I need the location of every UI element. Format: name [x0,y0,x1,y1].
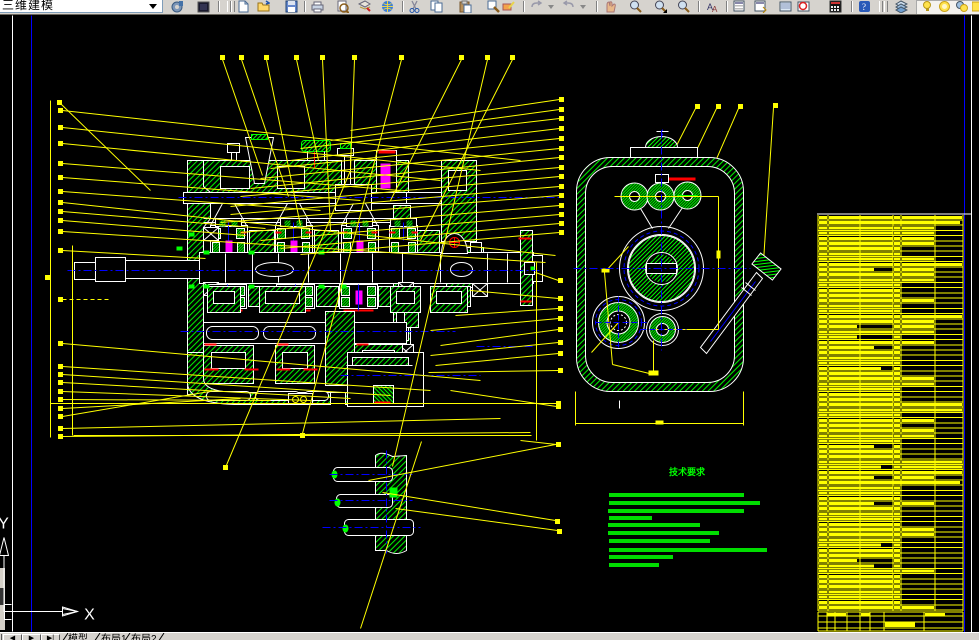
svg-text:?: ? [862,2,866,12]
svg-text:X: X [84,607,95,624]
svg-text:布局1: 布局1 [101,633,127,640]
svg-text:Y: Y [0,516,9,533]
svg-text:A: A [712,5,718,13]
svg-text:布局2: 布局2 [131,633,157,640]
svg-text:模型: 模型 [68,633,88,640]
svg-text:技术要求: 技术要求 [669,466,706,477]
